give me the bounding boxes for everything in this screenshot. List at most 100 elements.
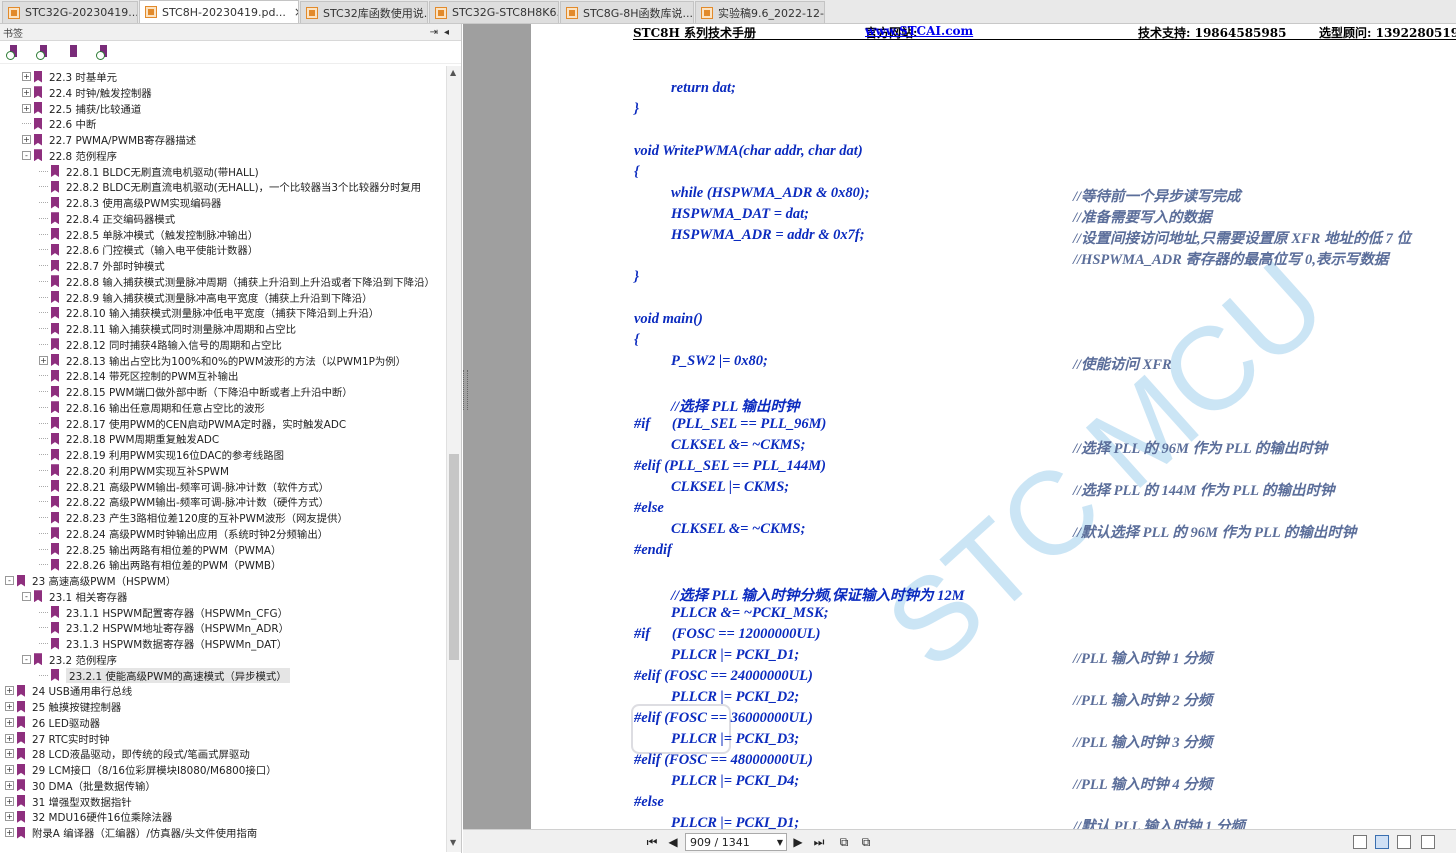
next-page-icon[interactable]: ▶ bbox=[791, 834, 805, 850]
bookmark-item[interactable]: 22.8.18 PWM周期重复触发ADC bbox=[39, 431, 219, 446]
scroll-down-icon[interactable]: ▼ bbox=[450, 838, 456, 847]
bookmark-item[interactable]: 22.8.9 输入捕获模式测量脉冲高电平宽度（捕获上升沿到下降沿） bbox=[39, 290, 373, 305]
bookmark-item[interactable]: +29 LCM接口（8/16位彩屏模块I8080/M6800接口） bbox=[5, 762, 277, 777]
bookmark-item[interactable]: +25 触摸按键控制器 bbox=[5, 699, 121, 714]
bookmark-item[interactable]: 22.8.4 正交编码器模式 bbox=[39, 211, 175, 226]
collapse-icon[interactable]: - bbox=[22, 654, 31, 664]
panel-pin-icon[interactable]: ⇥ bbox=[430, 27, 444, 38]
bookmark-item[interactable]: - 23 高速高级PWM（HSPWM） bbox=[5, 573, 176, 588]
expand-icon[interactable]: + bbox=[5, 828, 14, 837]
expand-icon[interactable]: + bbox=[5, 780, 14, 790]
bookmark-item[interactable]: +30 DMA（批量数据传输） bbox=[5, 778, 156, 793]
bookmark-collapse-icon[interactable] bbox=[36, 44, 52, 60]
bookmark-item[interactable]: 22.8.8 输入捕获模式测量脉冲周期（捕获上升沿到上升沿或者下降沿到下降沿） bbox=[39, 274, 435, 289]
bookmark-item[interactable]: 22.8.16 输出任意周期和任意占空比的波形 bbox=[39, 400, 265, 415]
expand-icon[interactable]: + bbox=[39, 355, 48, 365]
expand-icon[interactable]: + bbox=[22, 87, 31, 97]
bookmark-item[interactable]: +27 RTC实时时钟 bbox=[5, 731, 110, 746]
bookmark-expand-icon[interactable] bbox=[6, 44, 22, 60]
bookmark-item[interactable]: 22.8.23 产生3路相位差120度的互补PWM波形（网友提供） bbox=[39, 510, 348, 525]
book-view-icon[interactable] bbox=[1421, 835, 1435, 849]
bookmark-item[interactable]: 22.8.20 利用PWM实现互补SPWM bbox=[39, 463, 229, 478]
tab-close-icon[interactable]: × bbox=[294, 5, 298, 19]
bookmark-item[interactable]: 22.8.21 高级PWM输出-频率可调-脉冲计数（软件方式） bbox=[39, 479, 329, 494]
bookmark-item[interactable]: 22.8.1 BLDC无刷直流电机驱动(带HALL) bbox=[39, 164, 259, 179]
bookmark-item[interactable]: 22.8.11 输入捕获模式同时测量脉冲周期和占空比 bbox=[39, 321, 296, 336]
bookmark-item[interactable]: 23.1.2 HSPWM地址寄存器（HSPWMn_ADR） bbox=[39, 620, 289, 635]
single-page-view-icon[interactable] bbox=[1353, 835, 1367, 849]
bookmark-item[interactable]: +22.7 PWMA/PWMB寄存器描述 bbox=[22, 132, 196, 147]
bookmark-item[interactable]: - 22.8 范例程序 bbox=[22, 148, 117, 163]
panel-collapse-icon[interactable]: ◂ bbox=[444, 27, 455, 38]
tab-2[interactable]: STC32库函数使用说... bbox=[300, 1, 428, 23]
bookmark-item[interactable]: - 23.1 相关寄存器 bbox=[22, 589, 127, 604]
bookmark-item[interactable]: +22.3 时基单元 bbox=[22, 69, 117, 84]
bookmark-item[interactable]: +22.8.13 输出占空比为100%和0%的PWM波形的方法（以PWM1P为例… bbox=[39, 353, 406, 368]
bookmark-item[interactable]: 22.8.10 输入捕获模式测量脉冲低电平宽度（捕获下降沿到上升沿） bbox=[39, 305, 379, 320]
bookmark-item[interactable]: +28 LCD液晶驱动，即传统的段式/笔画式屏驱动 bbox=[5, 746, 250, 761]
bookmark-item[interactable]: 23.2.1 使能高级PWM的高速模式（异步模式） bbox=[39, 667, 290, 683]
expand-icon[interactable]: + bbox=[5, 765, 14, 774]
chevron-down-icon[interactable]: ▼ bbox=[777, 838, 783, 847]
bookmark-item[interactable]: 22.8.5 单脉冲模式（触发控制脉冲输出） bbox=[39, 227, 258, 242]
bookmark-scrollbar[interactable]: ▲ ▼ bbox=[446, 66, 461, 852]
expand-icon[interactable]: + bbox=[22, 72, 31, 81]
bookmark-add-icon[interactable] bbox=[66, 44, 82, 60]
tab-5[interactable]: 实验稿9.6_2022-12-... bbox=[695, 1, 825, 23]
page-number-input[interactable]: 909 / 1341 ▼ bbox=[685, 833, 787, 851]
bookmark-item[interactable]: 22.8.2 BLDC无刷直流电机驱动(无HALL)，一个比较器当3个比较器分时… bbox=[39, 179, 421, 194]
collapse-icon[interactable]: - bbox=[22, 591, 31, 601]
bookmark-label: 30 DMA（批量数据传输） bbox=[32, 780, 156, 793]
bookmark-item[interactable]: 22.8.3 使用高级PWM实现编码器 bbox=[39, 195, 221, 210]
expand-icon[interactable]: + bbox=[5, 702, 14, 711]
last-page-icon[interactable]: ⏭ bbox=[812, 834, 826, 850]
bookmark-item[interactable]: +31 增强型双数据指针 bbox=[5, 794, 132, 809]
tab-4[interactable]: STC8G-8H函数库说... bbox=[560, 1, 694, 23]
continuous-view-icon[interactable] bbox=[1375, 835, 1389, 849]
header-site-link[interactable]: www.STCAI.com bbox=[865, 24, 973, 38]
bookmark-find-icon[interactable] bbox=[96, 44, 112, 60]
bookmark-item[interactable]: - 23.2 范例程序 bbox=[22, 652, 117, 667]
splitter-grip[interactable] bbox=[463, 370, 468, 410]
facing-view-icon[interactable] bbox=[1397, 835, 1411, 849]
bookmark-item[interactable]: +22.5 捕获/比较通道 bbox=[22, 101, 141, 116]
expand-icon[interactable]: + bbox=[5, 733, 14, 743]
expand-icon[interactable]: + bbox=[5, 717, 14, 727]
bookmark-item[interactable]: + 附录A 编译器（汇编器）/仿真器/头文件使用指南 bbox=[5, 825, 257, 840]
bookmark-item[interactable]: +26 LED驱动器 bbox=[5, 715, 100, 730]
bookmark-item[interactable]: 22.8.15 PWM端口做外部中断（下降沿中断或者上升沿中断） bbox=[39, 384, 353, 399]
expand-icon[interactable]: + bbox=[22, 103, 31, 113]
expand-icon[interactable]: + bbox=[22, 135, 31, 144]
bookmark-item[interactable]: +32 MDU16硬件16位乘除法器 bbox=[5, 809, 172, 824]
bookmark-item[interactable]: 22.8.6 门控模式（输入电平使能计数器） bbox=[39, 242, 258, 257]
expand-icon[interactable]: + bbox=[5, 686, 14, 696]
bookmark-item[interactable]: 23.1.1 HSPWM配置寄存器（HSPWMn_CFG） bbox=[39, 605, 288, 620]
prev-page-icon[interactable]: ◀ bbox=[666, 834, 680, 850]
bookmark-item[interactable]: 22.8.17 使用PWM的CEN启动PWMA定时器，实时触发ADC bbox=[39, 416, 346, 431]
prev-view-icon[interactable]: ⧉ bbox=[836, 834, 852, 850]
next-view-icon[interactable]: ⧉ bbox=[858, 834, 874, 850]
scroll-up-icon[interactable]: ▲ bbox=[450, 68, 456, 77]
bookmark-item[interactable]: 22.8.19 利用PWM实现16位DAC的参考线路图 bbox=[39, 447, 284, 462]
bookmark-item[interactable]: 22.8.7 外部时钟模式 bbox=[39, 258, 165, 273]
tab-0[interactable]: STC32G-20230419.... bbox=[2, 1, 138, 23]
bookmark-item[interactable]: 22.6 中断 bbox=[22, 116, 96, 131]
bookmark-item[interactable]: 22.8.24 高级PWM时钟输出应用（系统时钟2分频输出） bbox=[39, 526, 328, 541]
bookmark-item[interactable]: 22.8.12 同时捕获4路输入信号的周期和占空比 bbox=[39, 337, 282, 352]
tab-1[interactable]: STC8H-20230419.pd... × bbox=[139, 0, 299, 23]
bookmark-item[interactable]: 22.8.14 带死区控制的PWM互补输出 bbox=[39, 368, 238, 383]
bookmark-item[interactable]: 22.8.26 输出两路有相位差的PWM（PWMB） bbox=[39, 557, 281, 572]
collapse-icon[interactable]: - bbox=[5, 576, 14, 585]
collapse-icon[interactable]: - bbox=[22, 150, 31, 160]
bookmark-item[interactable]: 22.8.22 高级PWM输出-频率可调-脉冲计数（硬件方式） bbox=[39, 494, 329, 509]
tab-3[interactable]: STC32G-STC8H8K6... bbox=[429, 1, 559, 23]
scroll-thumb[interactable] bbox=[449, 454, 459, 660]
bookmark-item[interactable]: 22.8.25 输出两路有相位差的PWM（PWMA） bbox=[39, 542, 281, 557]
bookmark-item[interactable]: 23.1.3 HSPWM数据寄存器（HSPWMn_DAT） bbox=[39, 636, 287, 651]
bookmark-item[interactable]: +22.4 时钟/触发控制器 bbox=[22, 85, 152, 100]
expand-icon[interactable]: + bbox=[5, 749, 14, 759]
first-page-icon[interactable]: ⏮ bbox=[645, 834, 659, 850]
expand-icon[interactable]: + bbox=[5, 796, 14, 806]
expand-icon[interactable]: + bbox=[5, 812, 14, 822]
bookmark-item[interactable]: +24 USB通用串行总线 bbox=[5, 683, 132, 698]
